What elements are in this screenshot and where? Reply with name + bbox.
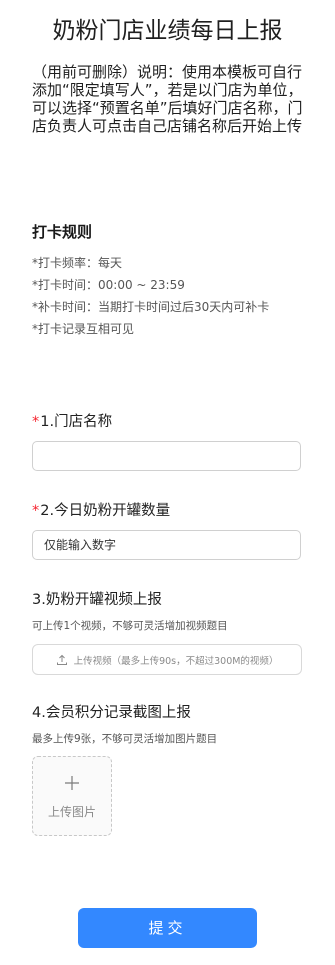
video-upload-button[interactable]: 上传视频（最多上传90s，不超过300M的视频） <box>32 644 302 675</box>
question-2-label-text: 2.今日奶粉开罐数量 <box>40 503 171 519</box>
question-4-hint: 最多上传9张，不够可灵活增加图片题目 <box>32 733 218 745</box>
image-upload-label: 上传图片 <box>47 805 96 819</box>
rule-item: *打卡时间：00:00 ~ 23:59 <box>32 278 185 292</box>
required-mark: * <box>32 503 40 519</box>
question-4-label: 4.会员积分记录截图上报 <box>32 705 191 721</box>
rules-list: *打卡频率：每天 *打卡时间：00:00 ~ 23:59 *补卡时间：当期打卡时… <box>32 254 300 339</box>
question-3-label: 3.奶粉开罐视频上报 <box>32 592 162 608</box>
form-description: （用前可删除）说明：使用本模板可自行添加“限定填写人”，若是以门店为单位，可以选… <box>32 63 303 135</box>
rule-item: *打卡频率：每天 <box>32 256 123 270</box>
question-1-label-text: 1.门店名称 <box>40 414 113 430</box>
page-title: 奶粉门店业绩每日上报 <box>52 18 283 44</box>
video-upload-label: 上传视频（最多上传90s，不超过300M的视频） <box>73 655 279 667</box>
rule-item: *打卡记录互相可见 <box>32 322 135 336</box>
rule-item: *补卡时间：当期打卡时间过后30天内可补卡 <box>32 300 270 314</box>
can-count-input[interactable]: 仅能输入数字 <box>32 530 301 560</box>
submit-button[interactable]: 提交 <box>78 908 257 948</box>
image-upload-button[interactable]: 上传图片 <box>32 756 112 836</box>
plus-icon <box>65 776 79 790</box>
required-mark: * <box>32 414 40 430</box>
upload-icon <box>56 654 67 665</box>
question-1-label: *1.门店名称 <box>32 412 112 432</box>
question-2-label: *2.今日奶粉开罐数量 <box>32 501 170 521</box>
store-name-input[interactable] <box>32 441 301 471</box>
rules-title: 打卡规则 <box>32 223 93 241</box>
question-3-hint: 可上传1个视频，不够可灵活增加视频题目 <box>32 620 228 632</box>
